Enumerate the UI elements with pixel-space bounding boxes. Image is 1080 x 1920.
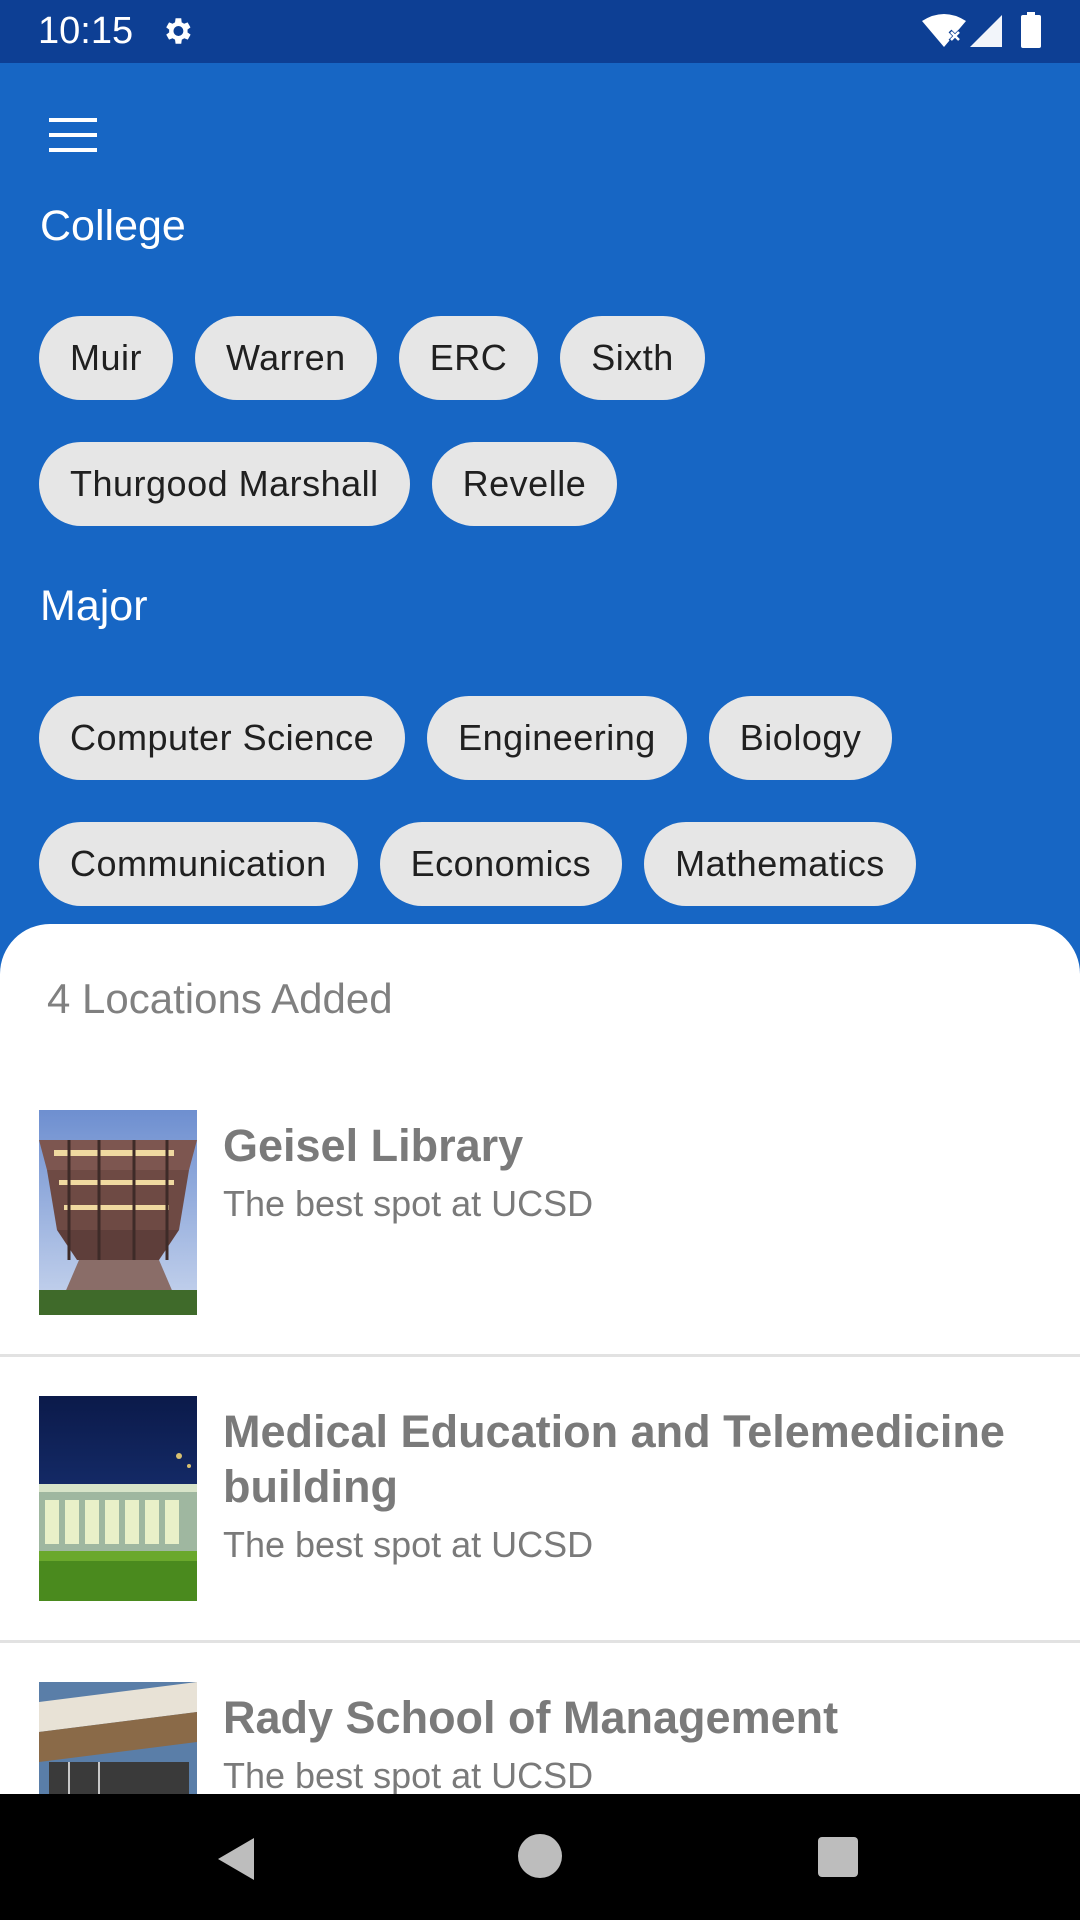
geisel-library-photo — [39, 1110, 197, 1315]
rady-school-photo — [39, 1682, 197, 1794]
menu-button[interactable] — [30, 100, 116, 170]
major-chip-row-1: Computer Science Engineering Biology — [39, 696, 893, 780]
recents-icon[interactable] — [818, 1837, 858, 1877]
location-title: Rady School of Management — [223, 1692, 839, 1743]
chip-mathematics[interactable]: Mathematics — [644, 822, 916, 906]
location-description: The best spot at UCSD — [223, 1183, 594, 1224]
wifi-icon — [922, 14, 966, 47]
chip-economics[interactable]: Economics — [379, 822, 623, 906]
back-icon[interactable] — [214, 1836, 260, 1882]
location-item-rady-school[interactable]: Rady School of Management The best spot … — [0, 1682, 1080, 1794]
chip-biology[interactable]: Biology — [708, 696, 893, 780]
major-title: Major — [40, 582, 148, 630]
divider — [0, 1640, 1080, 1643]
signal-icon — [970, 15, 1002, 47]
status-bar: 10:15 — [0, 0, 1080, 63]
divider — [0, 1354, 1080, 1357]
location-item-medical-education[interactable]: Medical Education and Telemedicine build… — [0, 1396, 1080, 1616]
college-chip-row-1: Muir Warren ERC Sixth — [39, 316, 705, 400]
chip-revelle[interactable]: Revelle — [431, 442, 618, 526]
location-title: Geisel Library — [223, 1120, 524, 1171]
major-chip-row-2: Communication Economics Mathematics — [39, 822, 916, 906]
location-description: The best spot at UCSD — [223, 1524, 594, 1565]
chip-warren[interactable]: Warren — [195, 316, 377, 400]
medical-education-photo — [39, 1396, 197, 1601]
chip-computer-science[interactable]: Computer Science — [39, 696, 406, 780]
battery-icon — [1021, 12, 1041, 48]
locations-count: 4 Locations Added — [47, 975, 393, 1022]
app-screen: 10:15 College Muir Warren ERC Sixth Thur… — [0, 0, 1080, 1920]
chip-engineering[interactable]: Engineering — [427, 696, 687, 780]
chip-sixth[interactable]: Sixth — [560, 316, 705, 400]
gear-icon — [166, 18, 191, 44]
location-description: The best spot at UCSD — [223, 1755, 594, 1794]
location-item-geisel-library[interactable]: Geisel Library The best spot at UCSD — [0, 1110, 1080, 1330]
chip-thurgood-marshall[interactable]: Thurgood Marshall — [39, 442, 410, 526]
chip-erc[interactable]: ERC — [398, 316, 539, 400]
locations-sheet[interactable]: 4 Locations Added Geisel Library The bes… — [0, 924, 1080, 1794]
chip-muir[interactable]: Muir — [39, 316, 173, 400]
chip-communication[interactable]: Communication — [39, 822, 358, 906]
home-icon[interactable] — [518, 1834, 562, 1878]
location-title: Medical Education and Telemedicine build… — [223, 1406, 1005, 1512]
college-chip-row-2: Thurgood Marshall Revelle — [39, 442, 618, 526]
status-time: 10:15 — [38, 10, 134, 52]
system-nav-bar — [0, 1794, 1080, 1920]
college-title: College — [40, 202, 186, 250]
hamburger-menu-icon — [49, 118, 97, 152]
